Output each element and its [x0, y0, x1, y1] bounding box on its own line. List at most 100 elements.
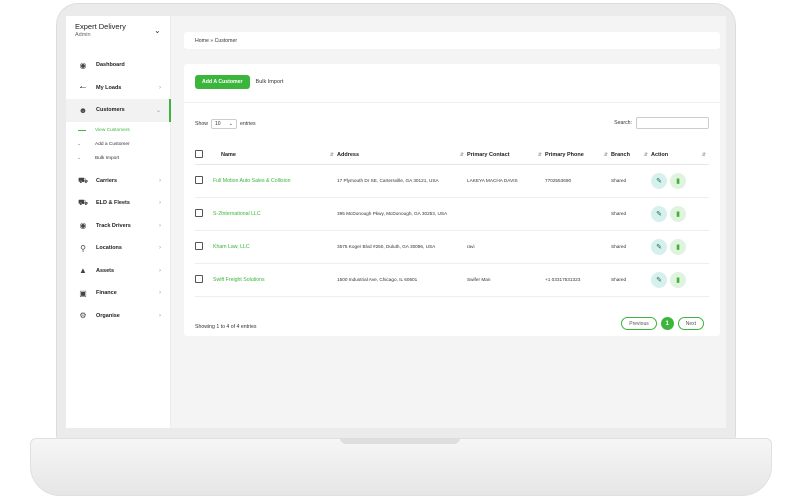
address-cell: 3575 Koger Blvd #250, Duluth, GA 30096, …	[337, 230, 467, 264]
add-customer-button[interactable]: Add A Customer	[195, 75, 250, 89]
column-header-primary-contact[interactable]: Primary Contact ⇵	[467, 146, 545, 165]
gear-icon: ⚙	[79, 311, 87, 321]
sidebar-item-assets[interactable]: ▲ Assets ›	[66, 260, 171, 283]
contact-cell	[467, 197, 545, 231]
chevron-right-icon: ›	[159, 222, 161, 229]
sidebar-item-label: Customers	[96, 107, 125, 114]
entries-control: Show 10 ⌄ entries	[195, 119, 256, 129]
sidebar-item-label: Track Drivers	[96, 222, 131, 229]
sidebar-subitem-add-customer[interactable]: Add a Customer	[66, 138, 171, 152]
branch-cell: Shared	[611, 263, 651, 297]
pagination: Previous 1 Next	[621, 317, 704, 330]
edit-icon[interactable]: ✎	[651, 172, 667, 189]
table-row: Kham Law, LLC 3575 Koger Blvd #250, Dulu…	[195, 230, 709, 264]
customer-name-link[interactable]: Swift Freight Solutions	[213, 263, 337, 297]
phone-cell	[545, 197, 611, 231]
column-header-primary-phone[interactable]: Primary Phone ⇵	[545, 146, 611, 165]
customer-name-link[interactable]: Kham Law, LLC	[213, 230, 337, 264]
divider	[184, 102, 720, 103]
column-header-address[interactable]: Address ⇵	[337, 146, 467, 165]
truck-icon: ⛟	[77, 198, 89, 208]
column-header-action[interactable]: Action ⇵	[651, 146, 709, 165]
next-button[interactable]: Next	[677, 317, 704, 330]
sidebar-item-label: ELD & Fleets	[96, 200, 130, 207]
sidebar-item-carriers[interactable]: ⛟ Carriers ›	[66, 170, 171, 193]
table-header-row: Name ⇵ Address ⇵ Primary Contact ⇵ Primary …	[195, 146, 709, 165]
brand[interactable]: Expert Delivery Admin	[75, 22, 126, 38]
previous-button[interactable]: Previous	[621, 317, 657, 330]
sidebar-item-label: Dashboard	[96, 62, 125, 69]
address-cell: 17 Plymouth Dr SE, Cartersville, GA 3012…	[337, 164, 467, 198]
chevron-right-icon: ›	[159, 312, 161, 319]
entries-select[interactable]: 10 ⌄	[210, 119, 237, 129]
entries-label: entries	[239, 121, 256, 127]
sidebar-nav: ◉ Dashboard ↼ My Loads › ☻ Customers ⌄ V…	[66, 54, 171, 327]
column-header-name[interactable]: Name ⇵	[213, 146, 337, 165]
search-input[interactable]	[636, 117, 709, 129]
chevron-right-icon: ›	[159, 84, 161, 91]
row-checkbox[interactable]	[195, 209, 203, 217]
bag-icon: ▲	[79, 266, 87, 276]
card-icon: ▣	[79, 288, 87, 298]
sort-icon: ⇵	[701, 152, 706, 158]
sidebar-item-dashboard[interactable]: ◉ Dashboard	[66, 54, 171, 77]
sidebar-item-organise[interactable]: ⚙ Organise ›	[66, 305, 171, 328]
sidebar: Expert Delivery Admin ⌄ ◉ Dashboard ↼ My…	[66, 16, 171, 428]
sidebar-subitem-bulk-import[interactable]: Bulk Import	[66, 152, 171, 166]
trash-icon[interactable]: ▮	[670, 172, 686, 189]
sidebar-item-locations[interactable]: ⚲ Locations ›	[66, 237, 171, 260]
phone-cell: 7702553690	[545, 164, 611, 198]
edit-icon[interactable]: ✎	[651, 271, 667, 288]
sidebar-item-finance[interactable]: ▣ Finance ›	[66, 282, 171, 305]
customer-name-link[interactable]: S-2International LLC	[213, 197, 337, 231]
sort-icon: ⇵	[643, 152, 648, 158]
table-row: Swift Freight Solutions 1500 Industrial …	[195, 263, 709, 297]
laptop-hinge	[340, 438, 460, 444]
phone-cell: +1 03317531323	[545, 263, 611, 297]
brand-name: Expert Delivery	[75, 22, 126, 31]
entries-summary: Showing 1 to 4 of 4 entries	[195, 324, 257, 330]
main-content: Home » Customer Add A Customer Bulk Impo…	[184, 32, 720, 336]
bulk-import-button[interactable]: Bulk Import	[250, 75, 290, 89]
search-label: Search:	[614, 120, 632, 126]
row-checkbox[interactable]	[195, 275, 203, 283]
toolbar: Add A Customer Bulk Import	[195, 75, 289, 89]
dashboard-icon: ◉	[79, 60, 87, 70]
add-user-icon: ☻	[78, 105, 88, 115]
chevron-right-icon: ›	[159, 177, 161, 184]
sort-icon: ⇵	[329, 152, 334, 158]
page-1-button[interactable]: 1	[660, 317, 674, 330]
sidebar-item-my-loads[interactable]: ↼ My Loads ›	[66, 77, 171, 100]
show-label: Show	[195, 121, 208, 127]
sidebar-item-eld-fleets[interactable]: ⛟ ELD & Fleets ›	[66, 192, 171, 215]
contact-cell: ravi	[467, 230, 545, 264]
edit-icon[interactable]: ✎	[651, 238, 667, 255]
chevron-down-icon[interactable]: ⌄	[154, 26, 161, 35]
sidebar-item-customers[interactable]: ☻ Customers ⌄	[66, 99, 171, 122]
row-checkbox[interactable]	[195, 242, 203, 250]
column-header-branch[interactable]: Branch ⇵	[611, 146, 651, 165]
customer-name-link[interactable]: Full Motion Auto Sales & Collision	[213, 164, 337, 198]
trash-icon[interactable]: ▮	[670, 238, 686, 255]
sidebar-item-label: Assets	[96, 267, 115, 274]
table-row: Full Motion Auto Sales & Collision 17 Pl…	[195, 164, 709, 198]
customers-card: Add A Customer Bulk Import Show 10 ⌄ ent…	[184, 64, 720, 336]
row-checkbox[interactable]	[195, 176, 203, 184]
trash-icon[interactable]: ▮	[670, 271, 686, 288]
chevron-down-icon: ⌄	[155, 107, 161, 114]
dash-icon	[78, 130, 86, 131]
select-all-cell	[195, 146, 213, 165]
sidebar-item-track-drivers[interactable]: ◉ Track Drivers ›	[66, 215, 171, 238]
sidebar-item-label: Organise	[96, 312, 120, 319]
trash-icon[interactable]: ▮	[670, 205, 686, 222]
sidebar-subitem-view-customers[interactable]: View Customers	[66, 124, 171, 138]
chevron-right-icon: ›	[159, 245, 161, 252]
sidebar-subitem-label: View Customers	[95, 128, 130, 133]
truck-icon: ⛟	[77, 175, 89, 185]
branch-cell: Shared	[611, 197, 651, 231]
sidebar-item-label: Finance	[96, 290, 117, 297]
select-all-checkbox[interactable]	[195, 149, 203, 158]
sidebar-item-label: My Loads	[96, 84, 122, 91]
edit-icon[interactable]: ✎	[651, 205, 667, 222]
app-screen: Expert Delivery Admin ⌄ ◉ Dashboard ↼ My…	[66, 16, 726, 428]
